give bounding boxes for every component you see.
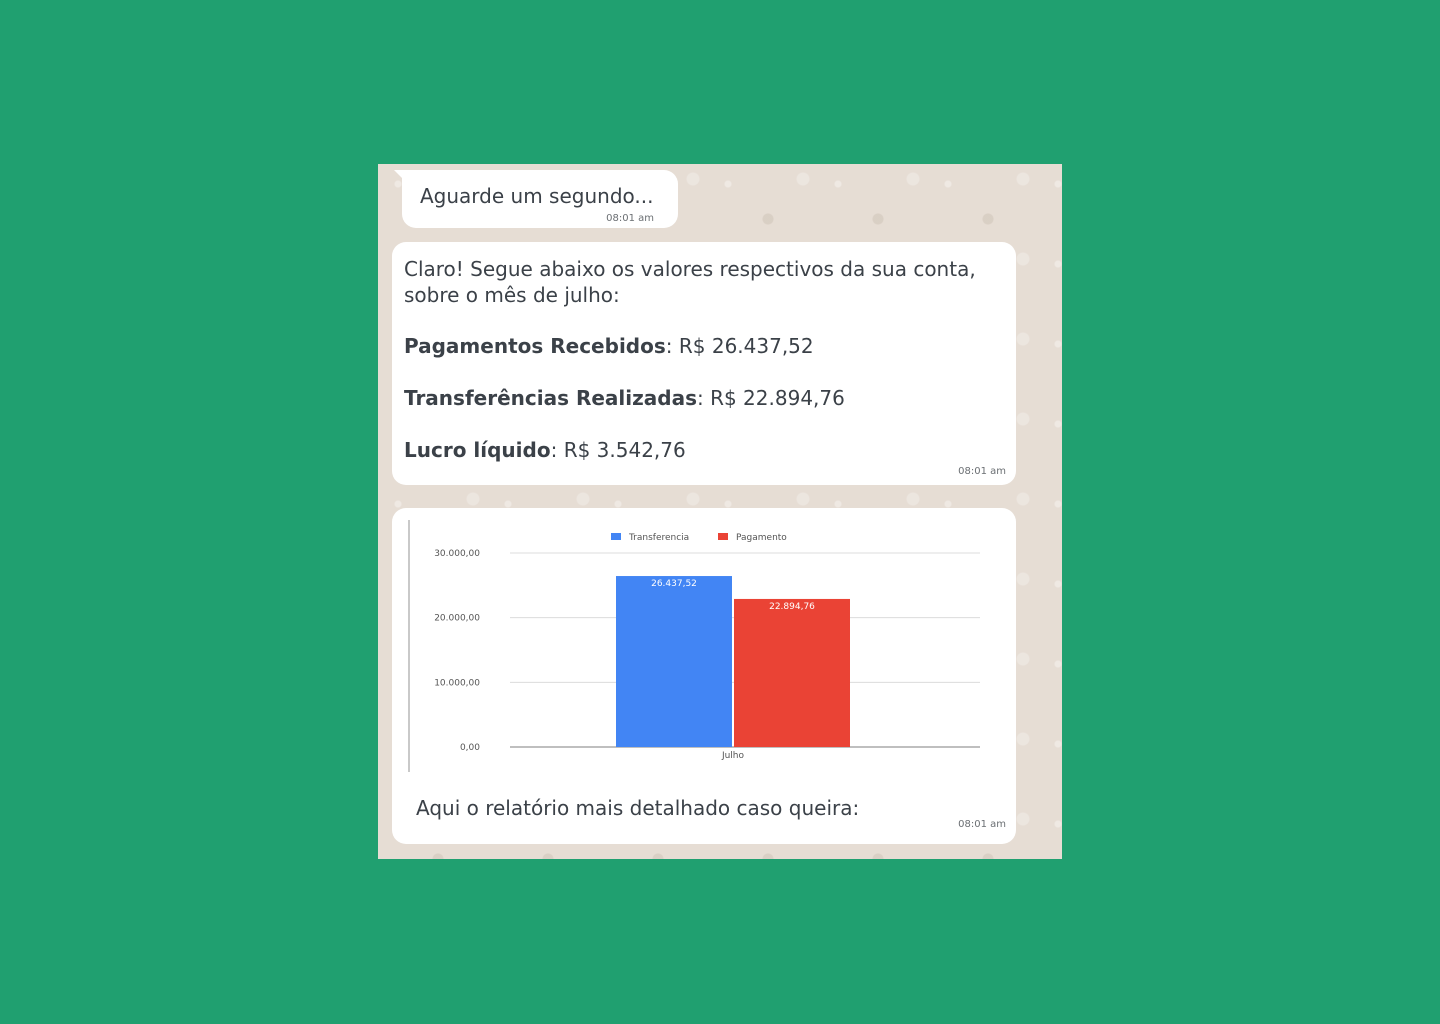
- bar-chart: Transferencia Pagamento 0,00 10.000,00 20.0…: [434, 533, 980, 761]
- message-intro: Claro! Segue abaixo os valores respectiv…: [404, 257, 976, 307]
- legend-swatch: [718, 533, 728, 540]
- x-tick-label: Julho: [721, 751, 745, 761]
- message-bubble-waiting[interactable]: Aguarde um segundo... 08:01 am: [402, 170, 678, 228]
- summary-received: Pagamentos Recebidos: R$ 26.437,52: [404, 334, 814, 358]
- message-time: 08:01 am: [958, 466, 1006, 477]
- legend-label: Pagamento: [736, 533, 787, 543]
- message-time: 08:01 am: [958, 819, 1006, 830]
- chat-area: Aguarde um segundo... 08:01 am Claro! Se…: [378, 164, 1062, 859]
- bar-transferencia: [616, 576, 732, 747]
- message-caption: Aqui o relatório mais detalhado caso que…: [416, 796, 860, 820]
- summary-profit: Lucro líquido: R$ 3.542,76: [404, 438, 686, 462]
- bar-data-label: 22.894,76: [769, 602, 815, 612]
- message-time: 08:01 am: [606, 213, 654, 224]
- message-bubble-chart[interactable]: Transferencia Pagamento 0,00 10.000,00 20.0…: [392, 508, 1016, 844]
- message-bubble-summary[interactable]: Claro! Segue abaixo os valores respectiv…: [392, 242, 1016, 485]
- chart-legend: Transferencia Pagamento: [611, 533, 787, 543]
- summary-value: : R$ 26.437,52: [665, 334, 814, 358]
- bar-data-label: 26.437,52: [651, 579, 697, 589]
- legend-label: Transferencia: [628, 533, 689, 543]
- legend-swatch: [611, 533, 621, 540]
- y-tick-label: 10.000,00: [434, 678, 480, 688]
- y-tick-label: 20.000,00: [434, 614, 480, 624]
- chart-image[interactable]: Transferencia Pagamento 0,00 10.000,00 20.0…: [408, 520, 996, 772]
- bar-pagamento: [734, 598, 850, 747]
- summary-label: Pagamentos Recebidos: [404, 334, 666, 358]
- summary-value: : R$ 22.894,76: [696, 386, 845, 410]
- y-tick-label: 0,00: [460, 743, 480, 753]
- summary-label: Lucro líquido: [404, 438, 551, 462]
- summary-value: : R$ 3.542,76: [550, 438, 686, 462]
- chart-x-labels: Julho: [721, 751, 745, 761]
- message-text: Aguarde um segundo...: [420, 184, 654, 208]
- summary-label: Transferências Realizadas: [404, 386, 697, 410]
- y-tick-label: 30.000,00: [434, 549, 480, 559]
- chart-bars: 26.437,52 22.894,76: [616, 576, 850, 747]
- summary-transfers: Transferências Realizadas: R$ 22.894,76: [404, 386, 845, 410]
